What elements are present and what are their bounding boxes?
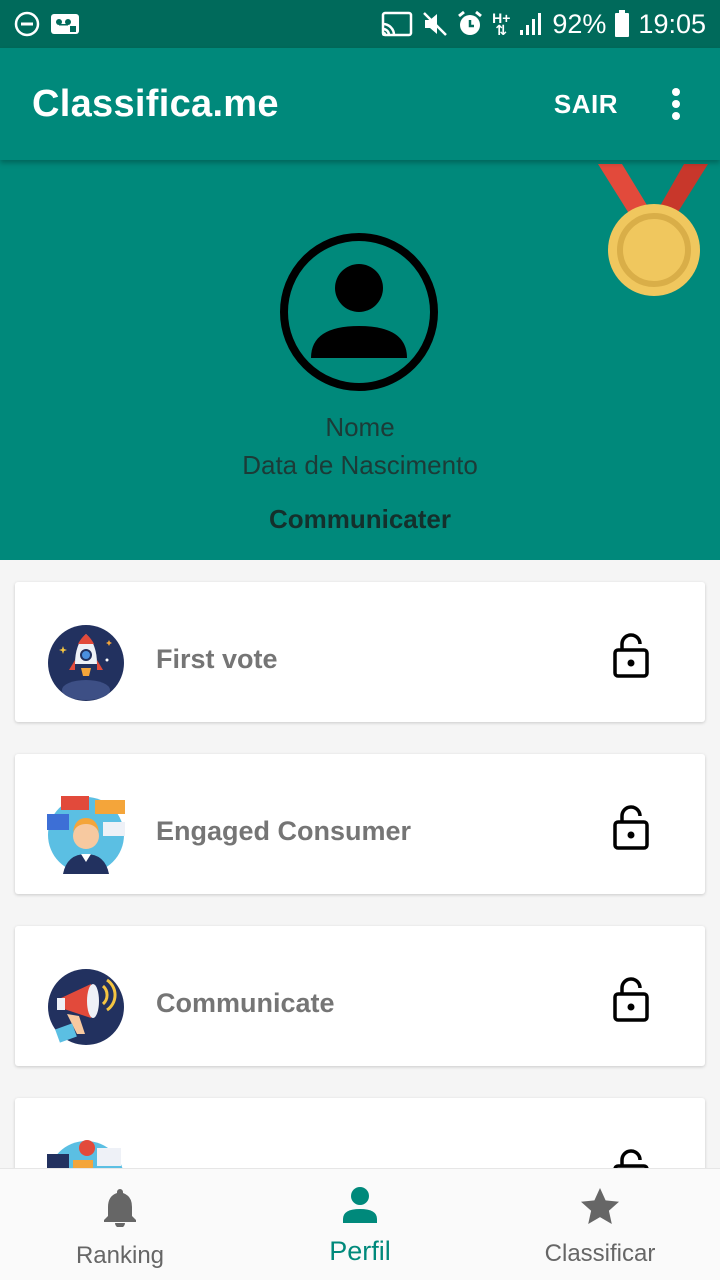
more-vert-icon[interactable] <box>664 84 688 124</box>
engaged-consumer-icon <box>47 796 125 874</box>
nav-label-perfil: Perfil <box>329 1236 391 1266</box>
cast-icon <box>380 10 414 38</box>
profile-rank: Communicater <box>268 504 452 534</box>
nav-label-classificar: Classificar <box>544 1240 656 1267</box>
network-icon: H+ ⇅ <box>492 10 511 38</box>
badge-card[interactable]: First vote <box>15 582 705 722</box>
account-circle-icon[interactable] <box>279 232 439 392</box>
badge-card[interactable]: Engaged Consumer <box>15 754 705 894</box>
sair-button[interactable]: SAIR <box>548 79 624 130</box>
rocket-icon <box>47 624 125 702</box>
feedback-icon <box>47 1140 125 1168</box>
badge-label: Communicate <box>156 988 335 1018</box>
mute-icon <box>422 11 448 37</box>
clock: 19:05 <box>638 8 706 39</box>
badge-list[interactable]: First vote Engaged Consumer Communicate <box>0 560 720 1168</box>
person-icon <box>341 1187 379 1228</box>
badge-card[interactable]: Communicate <box>15 926 705 1066</box>
lock-open-icon <box>613 976 649 1024</box>
gold-medal-icon[interactable] <box>598 164 708 305</box>
megaphone-icon <box>47 968 125 1046</box>
profile-birth-date: Data de Nascimento <box>242 450 478 480</box>
battery-percent: 92% <box>552 8 607 39</box>
signal-icon <box>518 11 544 37</box>
do-not-disturb-icon <box>14 11 40 37</box>
app-bar: Classifica.me SAIR <box>0 48 720 160</box>
bottom-navigation: Ranking Perfil Classificar <box>0 1168 720 1280</box>
badge-label: First vote <box>156 644 278 674</box>
voicemail-icon <box>50 12 80 36</box>
badge-card[interactable] <box>15 1098 705 1168</box>
badge-label: Engaged Consumer <box>156 816 412 846</box>
status-right: H+ ⇅ 92% 19:05 <box>380 9 706 40</box>
nav-item-classificar[interactable]: Classificar <box>480 1169 720 1280</box>
profile-name: Nome <box>325 412 395 442</box>
lock-open-icon <box>613 804 649 852</box>
battery-icon <box>614 10 630 38</box>
nav-item-perfil[interactable]: Perfil <box>240 1169 480 1280</box>
lock-open-icon <box>613 1148 649 1168</box>
network-type-text: H+ <box>492 10 511 26</box>
star-icon <box>580 1187 620 1230</box>
status-left <box>14 11 80 37</box>
profile-header: Nome Data de Nascimento Communicater <box>0 160 720 560</box>
nav-label-ranking: Ranking <box>75 1242 165 1269</box>
app-title: Classifica.me <box>32 82 279 125</box>
status-bar: H+ ⇅ 92% 19:05 <box>0 0 720 48</box>
alarm-icon <box>456 10 484 38</box>
bell-icon <box>102 1187 138 1232</box>
nav-item-ranking[interactable]: Ranking <box>0 1169 240 1280</box>
lock-open-icon <box>613 632 649 680</box>
